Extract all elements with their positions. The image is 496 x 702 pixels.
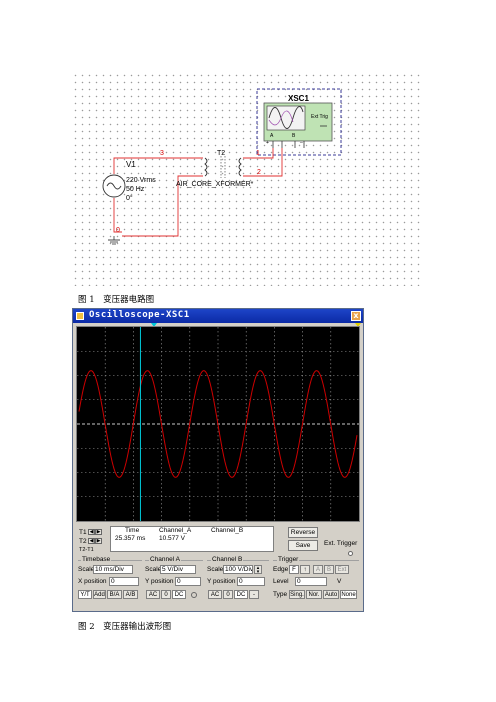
timebase-scale-label: Scale — [78, 566, 95, 573]
readout-table: Time Channel_A Channel_B 25.357 ms 10.57… — [110, 526, 274, 552]
trigger-group-label: Trigger — [277, 556, 300, 564]
terminal-a-label: A — [270, 133, 274, 139]
trigger-normal-button[interactable]: Nor. — [306, 590, 322, 599]
edge-falling-button[interactable]: F — [289, 565, 299, 574]
source-name: V1 — [126, 160, 136, 169]
trigger-type-label: Type — [273, 591, 288, 598]
node-0-label: 0 — [116, 227, 120, 234]
a-over-b-button[interactable]: A/B — [123, 590, 138, 599]
t1-channel-a-value: 10.577 V — [159, 535, 186, 542]
col-time-header: Time — [125, 527, 140, 534]
trigger-source-ext-button[interactable]: Ext — [335, 565, 349, 574]
channel-a-zero-button[interactable]: 0 — [161, 590, 171, 599]
node-3-label: 3 — [160, 150, 164, 157]
ext-trig-label: Ext Trig — [311, 114, 328, 120]
close-button[interactable]: x — [351, 311, 361, 321]
figure-1-caption: 图 1 变压器电路图 — [78, 295, 155, 305]
ext-trigger-label: Ext. Trigger — [324, 540, 358, 547]
oscilloscope-window: Oscilloscope-XSC1 x T1 ◀ ▶ T2 ◀ ▶ T2-T1 … — [72, 308, 364, 612]
x-position-label: X position — [78, 578, 107, 585]
channel-a-ypos-label: Y position — [145, 578, 174, 585]
node-2-label: 2 — [257, 169, 261, 176]
channel-a-scale-label: Scale — [145, 566, 162, 573]
channel-b-minus-button[interactable]: - — [249, 590, 259, 599]
scope-display[interactable] — [76, 326, 360, 522]
channel-a-ypos-field[interactable]: 0 — [175, 577, 201, 586]
channel-b-ypos-label: Y position — [207, 578, 236, 585]
t2-left-arrow-icon[interactable]: ◀ — [88, 538, 95, 544]
timebase-group-label: Timebase — [81, 556, 112, 564]
col-channel-a-header: Channel_A — [159, 527, 192, 534]
window-titlebar[interactable]: Oscilloscope-XSC1 x — [73, 309, 363, 323]
channel-b-dc-button[interactable]: DC — [234, 590, 248, 599]
add-button[interactable]: Add — [93, 590, 106, 599]
trigger-edge-label: Edge — [273, 566, 289, 573]
channel-b-scale-spinner-icon[interactable]: ▴ ▾ — [254, 565, 262, 575]
channel-b-group-label: Channel B — [211, 556, 244, 564]
channel-a-ac-button[interactable]: AC — [146, 590, 160, 599]
t2-right-arrow-icon[interactable]: ▶ — [95, 538, 102, 544]
scope-label: XSC1 — [288, 94, 309, 103]
t2-label: T2 — [79, 538, 87, 545]
figure-2-caption: 图 2 变压器输出波形图 — [78, 622, 172, 632]
source-frequency: 50 Hz — [126, 186, 145, 193]
channel-b-ypos-field[interactable]: 0 — [237, 577, 265, 586]
trigger-auto-button[interactable]: Auto — [323, 590, 339, 599]
trigger-level-field[interactable]: 0 — [295, 577, 327, 586]
source-voltage: 220 Vrms — [126, 177, 156, 184]
node-1-label: 1 — [256, 150, 260, 157]
t1-left-arrow-icon[interactable]: ◀ — [88, 529, 95, 535]
trigger-level-unit: V — [337, 578, 342, 585]
x-position-field[interactable]: 0 — [109, 577, 139, 586]
trigger-single-button[interactable]: Sing. — [289, 590, 305, 599]
transformer-secondary-coil — [238, 157, 242, 177]
source-phase: 0° — [126, 195, 133, 202]
wire-node-2 — [243, 148, 283, 177]
channel-a-trace — [78, 370, 358, 478]
transformer-model: AIR_CORE_XFORMER* — [176, 181, 254, 188]
ext-trigger-terminal-icon[interactable] — [348, 551, 353, 556]
app-icon — [76, 312, 84, 320]
edge-rising-button[interactable]: ↑ — [300, 565, 310, 574]
trigger-source-a-button[interactable]: A — [313, 565, 323, 574]
channel-b-zero-button[interactable]: 0 — [223, 590, 233, 599]
terminal-b-label: B — [292, 133, 296, 139]
channel-a-radio-icon[interactable] — [191, 592, 197, 598]
transformer-primary-coil — [204, 157, 208, 177]
terminal-minus-label: _ — [300, 138, 303, 144]
trigger-source-b-button[interactable]: B — [324, 565, 334, 574]
t1-right-arrow-icon[interactable]: ▶ — [95, 529, 102, 535]
channel-a-dc-button[interactable]: DC — [172, 590, 186, 599]
channel-a-scale-field[interactable]: 5 V/Div — [160, 565, 196, 574]
channel-a-group-label: Channel A — [149, 556, 181, 564]
save-button[interactable]: Save — [288, 540, 318, 551]
b-over-a-button[interactable]: B/A — [107, 590, 122, 599]
transformer-name: T2 — [217, 150, 226, 157]
terminal-plus-label: + — [266, 140, 269, 146]
reverse-button[interactable]: Reverse — [288, 527, 318, 538]
channel-b-scale-field[interactable]: 100 V/Div — [223, 565, 253, 574]
trigger-level-label: Level — [273, 578, 289, 585]
col-channel-b-header: Channel_B — [211, 527, 244, 534]
t2-t1-label: T2-T1 — [79, 547, 94, 553]
trigger-none-button[interactable]: None — [340, 590, 357, 599]
yt-button[interactable]: Y/T — [78, 590, 92, 599]
timebase-scale-field[interactable]: 10 ms/Div — [93, 565, 133, 574]
readout-panel: T1 ◀ ▶ T2 ◀ ▶ T2-T1 Time Channel_A Chann… — [76, 525, 360, 556]
window-title: Oscilloscope-XSC1 — [89, 310, 190, 320]
t1-label: T1 — [79, 529, 87, 536]
channel-b-ac-button[interactable]: AC — [208, 590, 222, 599]
channel-b-scale-label: Scale — [207, 566, 224, 573]
schematic-wires — [102, 88, 342, 245]
scope-grid-and-trace — [77, 327, 359, 521]
t1-time-value: 25.357 ms — [115, 535, 146, 542]
